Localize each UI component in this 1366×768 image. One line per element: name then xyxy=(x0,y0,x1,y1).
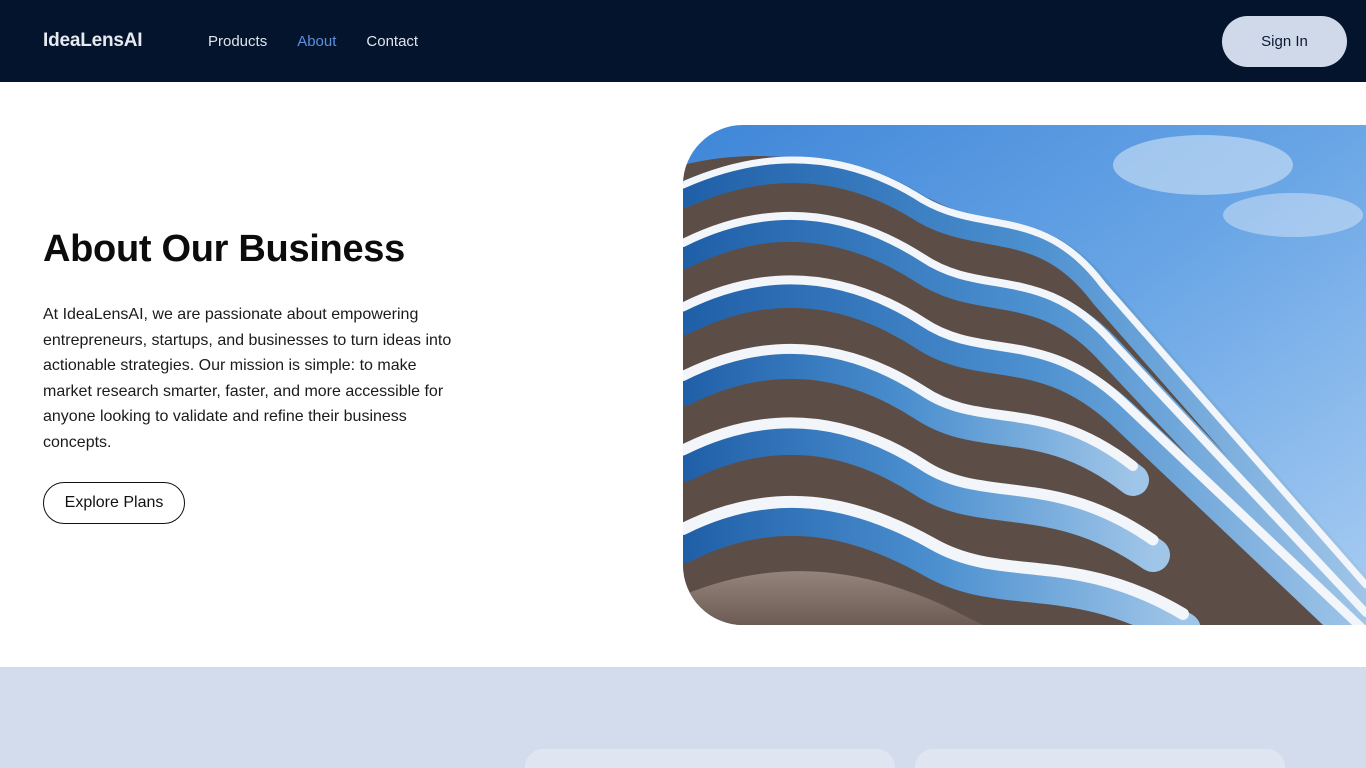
building-image xyxy=(683,125,1366,625)
page-title: About Our Business xyxy=(43,228,405,270)
feature-card xyxy=(915,749,1285,768)
feature-card xyxy=(525,749,895,768)
main-nav: Products About Contact xyxy=(208,33,418,50)
nav-about[interactable]: About xyxy=(297,33,336,50)
nav-contact[interactable]: Contact xyxy=(366,33,418,50)
nav-products[interactable]: Products xyxy=(208,33,267,50)
logo[interactable]: IdeaLensAI xyxy=(43,30,143,52)
site-header: IdeaLensAI Products About Contact Sign I… xyxy=(0,0,1366,82)
sign-in-button[interactable]: Sign In xyxy=(1222,16,1347,67)
explore-plans-button[interactable]: Explore Plans xyxy=(43,482,185,524)
about-description: At IdeaLensAI, we are passionate about e… xyxy=(43,306,452,451)
